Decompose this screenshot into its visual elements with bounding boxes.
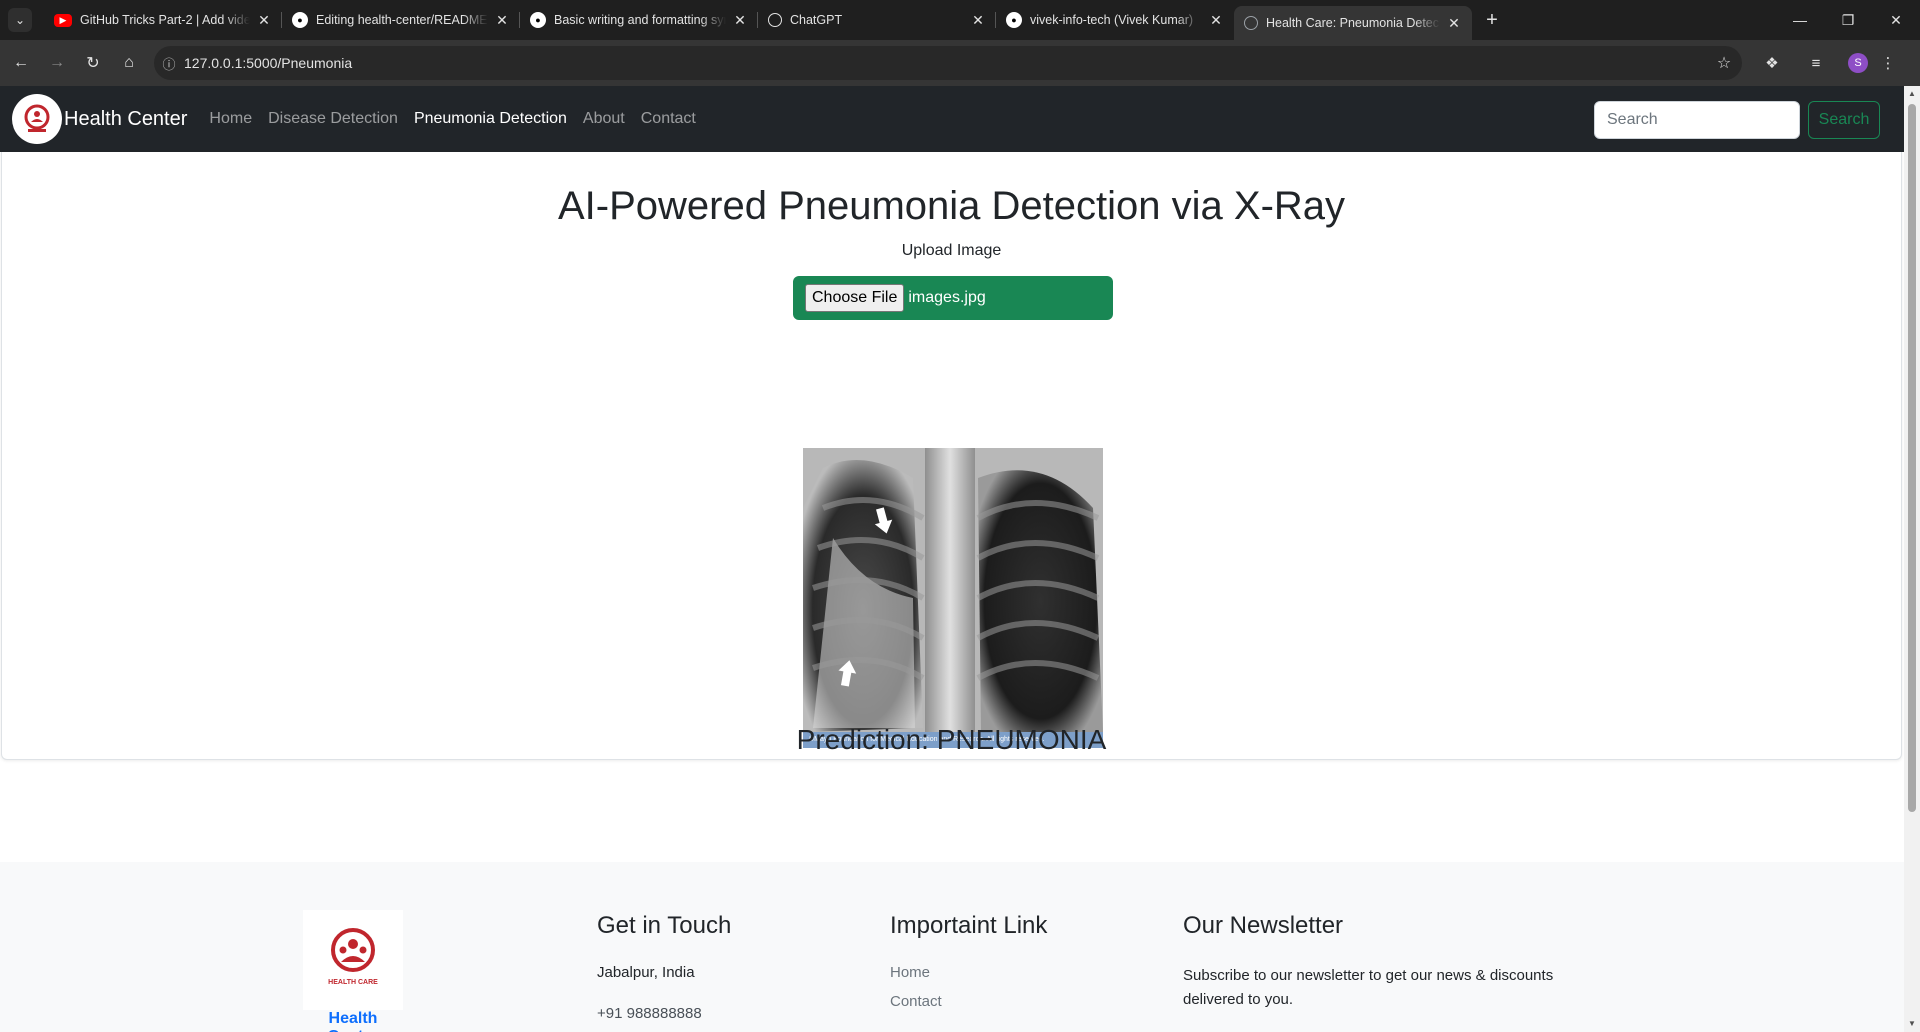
browser-tab[interactable]: ● Basic writing and formatting syntax ✕: [520, 0, 758, 40]
file-upload-field[interactable]: Choose File images.jpg: [793, 276, 1113, 320]
tab-title: Editing health-center/README.md: [316, 13, 488, 27]
page-viewport: Health Center Home Disease Detection Pne…: [0, 86, 1904, 1032]
browser-tab[interactable]: ● Editing health-center/README.md ✕: [282, 0, 520, 40]
address-bar[interactable]: ⓘ 127.0.0.1:5000/Pneumonia ☆: [154, 46, 1742, 80]
tab-search-button[interactable]: ⌄: [8, 8, 32, 32]
github-docs-icon: ●: [530, 12, 546, 28]
footer-address: Jabalpur, India: [597, 964, 695, 981]
footer-heading: Get in Touch: [597, 912, 732, 939]
scroll-up-arrow-icon[interactable]: ▲: [1904, 86, 1920, 102]
minimize-icon[interactable]: —: [1776, 0, 1824, 40]
url-text[interactable]: 127.0.0.1:5000/Pneumonia: [184, 55, 1706, 71]
selected-file-name: images.jpg: [908, 289, 986, 306]
home-icon[interactable]: ⌂: [112, 46, 146, 80]
close-tab-icon[interactable]: ✕: [494, 12, 510, 29]
upload-label: Upload Image: [901, 242, 1002, 259]
tab-title: Health Care: Pneumonia Detection: [1266, 16, 1440, 30]
footer-links-column: Importaint Link Home Contact: [890, 912, 1047, 1010]
brand-name[interactable]: Health Center: [64, 108, 187, 131]
nav-disease-detection[interactable]: Disease Detection: [268, 110, 398, 128]
browser-tab[interactable]: ChatGPT ✕: [758, 0, 996, 40]
browser-toolbar: ← → ↻ ⌂ ⓘ 127.0.0.1:5000/Pneumonia ☆ ❖ ≡…: [0, 40, 1920, 86]
close-tab-icon[interactable]: ✕: [732, 12, 748, 29]
chatgpt-icon: [768, 13, 782, 27]
close-tab-icon[interactable]: ✕: [1208, 12, 1224, 29]
browser-tab[interactable]: ● vivek-info-tech (Vivek Kumar) ✕: [996, 0, 1234, 40]
footer-contact-column: Get in Touch Jabalpur, India +91 9888888…: [597, 912, 731, 1022]
nav-pneumonia-detection[interactable]: Pneumonia Detection: [414, 110, 567, 128]
footer-link-contact[interactable]: Contact: [890, 993, 1047, 1010]
footer-logo-text: HEALTH CARE: [328, 979, 378, 986]
search-input[interactable]: [1594, 101, 1800, 139]
close-window-icon[interactable]: ✕: [1872, 0, 1920, 40]
close-tab-icon[interactable]: ✕: [970, 12, 986, 29]
site-navbar: Health Center Home Disease Detection Pne…: [0, 86, 1904, 152]
new-tab-button[interactable]: +: [1478, 6, 1506, 34]
github-icon: ●: [292, 12, 308, 28]
nav-contact[interactable]: Contact: [641, 110, 696, 128]
globe-icon: [1244, 16, 1258, 30]
search-button[interactable]: Search: [1808, 101, 1880, 139]
footer-phone: +91 988888888: [597, 1005, 702, 1022]
browser-tab-strip: ⌄ ▶ GitHub Tricks Part-2 | Add video ✕ ●…: [0, 0, 1920, 40]
page-scrollbar[interactable]: ▲ ▼: [1904, 86, 1920, 1032]
footer-heading: Importaint Link: [890, 912, 1048, 939]
menu-icon[interactable]: ⋮: [1874, 46, 1902, 80]
github-icon: ●: [1006, 12, 1022, 28]
nav-home[interactable]: Home: [209, 110, 252, 128]
tab-title: Basic writing and formatting syntax: [554, 13, 726, 27]
scroll-down-arrow-icon[interactable]: ▼: [1904, 1016, 1920, 1032]
close-tab-icon[interactable]: ✕: [1446, 15, 1462, 32]
detection-card: AI-Powered Pneumonia Detection via X-Ray…: [1, 152, 1902, 760]
scrollbar-thumb[interactable]: [1908, 104, 1916, 812]
footer-heading: Our Newsletter: [1183, 912, 1344, 939]
browser-tab-active[interactable]: Health Care: Pneumonia Detection ✕: [1234, 6, 1472, 40]
nav-about[interactable]: About: [583, 110, 625, 128]
site-info-icon[interactable]: ⓘ: [154, 54, 184, 73]
footer-newsletter-column: Our Newsletter Subscribe to our newslett…: [1183, 912, 1603, 1012]
page-title: AI-Powered Pneumonia Detection via X-Ray: [557, 184, 1346, 228]
bookmark-star-icon[interactable]: ☆: [1706, 53, 1742, 73]
chest-xray-picture: [803, 448, 1103, 748]
footer-logo[interactable]: HEALTH CARE: [303, 910, 403, 1010]
youtube-icon: ▶: [54, 13, 72, 27]
window-controls: — ❐ ✕: [1776, 0, 1920, 40]
reading-list-icon[interactable]: ≡: [1798, 46, 1834, 80]
site-footer: HEALTH CARE Health Center Get in Touch J…: [0, 862, 1904, 1032]
reload-icon[interactable]: ↻: [76, 46, 110, 80]
forward-icon[interactable]: →: [40, 46, 74, 80]
footer-link-home[interactable]: Home: [890, 964, 1047, 981]
prediction-result: Prediction: PNEUMONIA: [796, 724, 1107, 755]
close-tab-icon[interactable]: ✕: [256, 12, 272, 29]
health-care-logo-icon: HEALTH CARE: [328, 928, 378, 986]
choose-file-button[interactable]: Choose File: [805, 284, 905, 312]
tab-title: GitHub Tricks Part-2 | Add video: [80, 13, 250, 27]
back-icon[interactable]: ←: [4, 46, 38, 80]
footer-brand[interactable]: Health Center: [303, 1010, 403, 1032]
tab-title: ChatGPT: [790, 13, 843, 27]
brand-logo-icon[interactable]: [12, 94, 62, 144]
restore-icon[interactable]: ❐: [1824, 0, 1872, 40]
browser-tab[interactable]: ▶ GitHub Tricks Part-2 | Add video ✕: [44, 0, 282, 40]
extensions-icon[interactable]: ❖: [1754, 46, 1790, 80]
tab-title: vivek-info-tech (Vivek Kumar): [1030, 13, 1194, 27]
profile-avatar[interactable]: S: [1848, 53, 1868, 73]
xray-image: ©Mayo Foundation for Medical Education a…: [803, 448, 1103, 748]
newsletter-text: Subscribe to our newsletter to get our n…: [1183, 967, 1554, 1008]
